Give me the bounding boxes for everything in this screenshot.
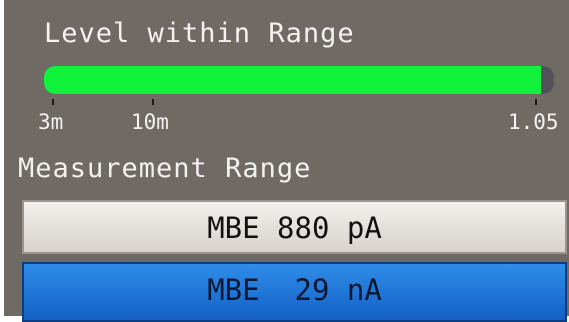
level-title: Level within Range — [44, 18, 355, 49]
scale-tick-1-05 — [535, 99, 537, 105]
measurement-range-title: Measurement Range — [18, 153, 312, 184]
scale-label-3m: 3m — [38, 110, 64, 134]
range-option-29na-button[interactable]: MBE 29 nA — [22, 262, 567, 322]
level-bar-fill — [44, 66, 542, 94]
scale-tick-3m — [52, 99, 54, 105]
scale-label-1-05: 1.05 — [508, 110, 559, 134]
range-panel: Level within Range 3m 10m 1.05 Measureme… — [4, 0, 569, 322]
level-bar — [44, 66, 554, 94]
range-option-880pa-button[interactable]: MBE 880 pA — [22, 200, 567, 254]
scale-label-10m: 10m — [131, 110, 169, 134]
scale-tick-10m — [152, 99, 154, 105]
